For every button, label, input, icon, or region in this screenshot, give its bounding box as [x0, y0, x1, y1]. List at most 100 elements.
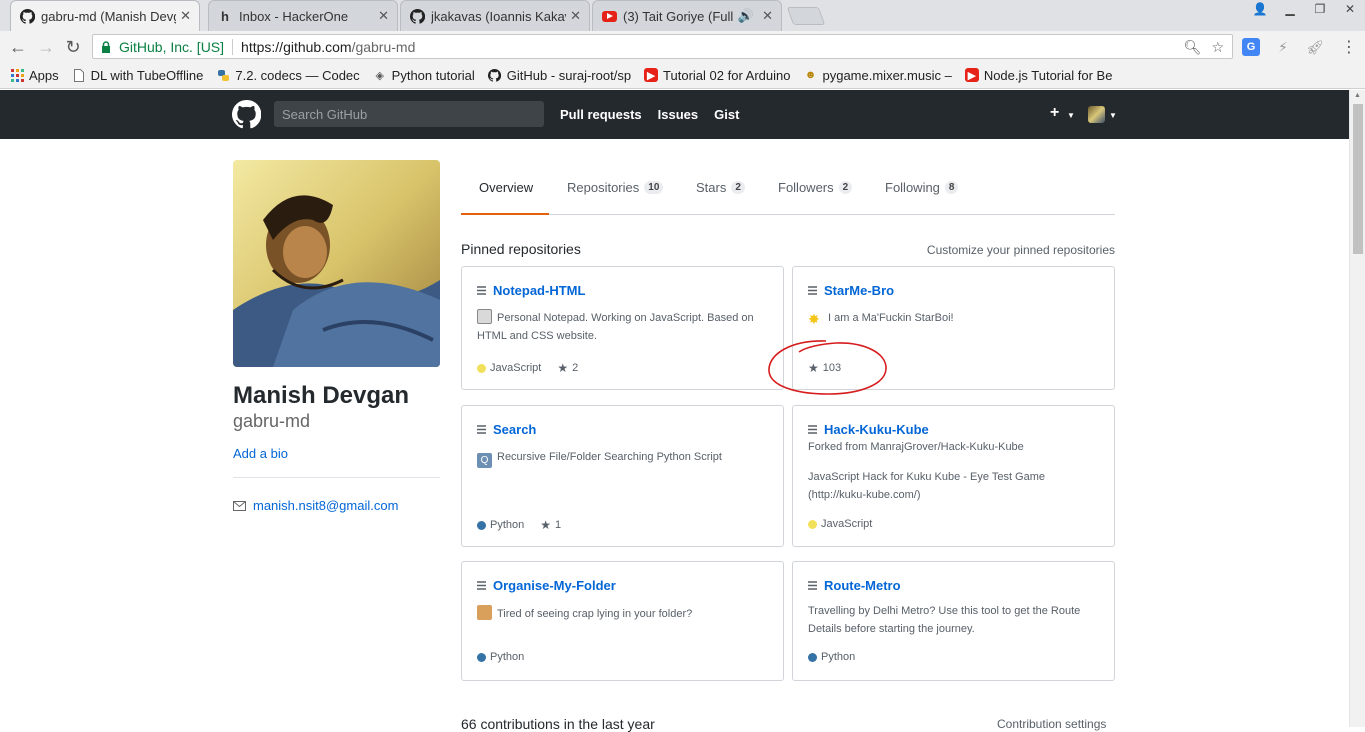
contribution-settings-link[interactable]: Contribution settings — [997, 717, 1106, 731]
forked-from-text: Forked from ManrajGrover/Hack-Kuku-Kube — [808, 441, 1024, 453]
bookmarks-bar: Apps DL with TubeOffline 7.2. codecs — C… — [0, 62, 1365, 89]
language-color-dot — [477, 520, 486, 530]
repo-description-text: Travelling by Delhi Metro? Use this tool… — [808, 605, 1081, 635]
close-icon[interactable]: ✕ — [378, 8, 389, 24]
repo-icon — [808, 581, 817, 590]
repo-name-link[interactable]: Notepad-HTML — [493, 283, 585, 298]
profile-icon[interactable]: 👤 — [1245, 0, 1275, 18]
browser-tab-strip: gabru-md (Manish Devgan) ✕ h Inbox - Hac… — [0, 0, 1365, 31]
customize-pinned-link[interactable]: Customize your pinned repositories — [927, 243, 1115, 257]
repo-name-link[interactable]: StarMe-Bro — [824, 283, 894, 298]
plus-icon[interactable]: + — [1050, 104, 1059, 122]
new-tab-button[interactable] — [786, 7, 826, 25]
restore-button[interactable]: ❐ — [1305, 0, 1335, 18]
scroll-up-icon[interactable]: ▲ — [1354, 92, 1361, 99]
bookmark-label: pygame.mixer.music – — [822, 67, 952, 83]
search-emoji-icon: Q — [477, 453, 492, 468]
reload-icon[interactable]: ↻ — [63, 37, 83, 57]
scrollbar-thumb[interactable] — [1353, 104, 1363, 254]
tab-title: Inbox - HackerOne — [239, 8, 349, 24]
github-icon — [409, 8, 425, 24]
repo-name-link[interactable]: Search — [493, 422, 536, 437]
add-bio-link[interactable]: Add a bio — [233, 446, 288, 461]
extension-icon[interactable]: ⚡ — [1274, 38, 1292, 56]
profile-photo[interactable] — [233, 160, 440, 367]
bookmark-codecs[interactable]: 7.2. codecs — Codec — [216, 67, 360, 83]
bookmark-label: 7.2. codecs — Codec — [235, 67, 360, 83]
nav-issues[interactable]: Issues — [658, 107, 698, 122]
language-color-dot — [477, 363, 486, 373]
back-arrow-icon[interactable]: ← — [8, 37, 28, 57]
tab-label: Stars — [696, 180, 727, 195]
pinned-repo-card: Organise-My-Folder Tired of seeing crap … — [461, 561, 784, 681]
bookmark-tubeoffline[interactable]: DL with TubeOffline — [72, 67, 204, 83]
nav-pull-requests[interactable]: Pull requests — [560, 107, 642, 122]
bookmark-pygame[interactable]: ☻ pygame.mixer.music – — [803, 67, 952, 83]
browser-tab-gabru-md[interactable]: gabru-md (Manish Devgan) ✕ — [10, 0, 200, 31]
avatar[interactable] — [1088, 106, 1105, 123]
page-scrollbar[interactable]: ▲ — [1349, 90, 1365, 727]
github-icon — [488, 68, 502, 82]
close-icon[interactable]: ✕ — [180, 8, 191, 24]
bookmark-arduino[interactable]: ▶ Tutorial 02 for Arduino — [644, 68, 790, 83]
tab-overview[interactable]: Overview — [479, 180, 533, 195]
pinned-repo-card: Notepad-HTML Personal Notepad. Working o… — [461, 266, 784, 390]
tab-following[interactable]: Following 8 — [885, 180, 959, 195]
repo-description-text: Recursive File/Folder Searching Python S… — [497, 451, 722, 463]
translate-extension-icon[interactable]: G — [1242, 38, 1260, 56]
repo-icon — [808, 425, 817, 434]
browser-tab-jkakavas[interactable]: jkakavas (Ioannis Kakavas) ✕ — [400, 0, 590, 31]
repo-name-link[interactable]: Organise-My-Folder — [493, 578, 616, 593]
repo-name-link[interactable]: Hack-Kuku-Kube — [824, 422, 929, 437]
profile-email[interactable]: manish.nsit8@gmail.com — [233, 498, 398, 513]
bookmark-apps[interactable]: Apps — [10, 68, 59, 83]
repo-icon — [477, 425, 486, 434]
page-icon — [72, 68, 86, 82]
bookmark-label: DL with TubeOffline — [90, 67, 204, 83]
repo-description: Personal Notepad. Working on JavaScript.… — [477, 309, 772, 345]
search-input[interactable] — [274, 101, 544, 127]
menu-icon[interactable]: ⋮ — [1340, 38, 1358, 56]
minimize-button[interactable]: ▁ — [1275, 0, 1305, 18]
site-identity-label: GitHub, Inc. [US] — [119, 38, 225, 55]
search-icon[interactable]: 🔍︎ — [1184, 39, 1202, 56]
extension-icon[interactable]: 🚀︎ — [1306, 38, 1324, 56]
repo-meta: Python — [477, 651, 524, 663]
speaker-icon[interactable]: 🔊 — [738, 8, 754, 24]
nav-gist[interactable]: Gist — [714, 107, 739, 122]
email-address: manish.nsit8@gmail.com — [253, 498, 399, 513]
repo-star-count[interactable]: 2 — [572, 362, 578, 374]
sparkle-emoji-icon: ✸ — [808, 311, 820, 327]
star-bookmark-icon[interactable]: ☆ — [1211, 39, 1224, 56]
github-header: Pull requests Issues Gist + ▼ ▼ — [0, 90, 1349, 139]
repo-icon — [808, 286, 817, 295]
tab-label: Repositories — [567, 180, 640, 195]
bookmark-python-tutorial[interactable]: ◈ Python tutorial — [373, 68, 474, 83]
tab-title: (3) Tait Goriye (Full Song) — [623, 8, 734, 24]
close-icon[interactable]: ✕ — [570, 8, 581, 24]
address-bar[interactable]: GitHub, Inc. [US] https://github.com/gab… — [92, 34, 1233, 59]
tab-followers[interactable]: Followers 2 — [778, 180, 853, 195]
pinned-repo-card: Route-Metro Travelling by Delhi Metro? U… — [792, 561, 1115, 681]
browser-tab-youtube[interactable]: (3) Tait Goriye (Full Song) 🔊 ✕ — [592, 0, 782, 31]
close-window-button[interactable]: ✕ — [1335, 0, 1365, 18]
browser-tab-hackerone[interactable]: h Inbox - HackerOne ✕ — [208, 0, 398, 31]
tab-stars[interactable]: Stars 2 — [696, 180, 745, 195]
repo-language: JavaScript — [490, 362, 542, 374]
repo-meta: JavaScript — [808, 518, 872, 530]
repo-language: Python — [821, 651, 856, 663]
repo-language: JavaScript — [821, 518, 873, 530]
repo-description-text: Personal Notepad. Working on JavaScript.… — [477, 312, 754, 342]
github-logo-icon[interactable] — [232, 100, 261, 129]
bookmark-github-suraj[interactable]: GitHub - suraj-root/sp — [488, 68, 631, 83]
close-icon[interactable]: ✕ — [762, 8, 773, 24]
repo-star-count[interactable]: 1 — [555, 519, 561, 531]
star-icon: ★ — [540, 518, 552, 532]
repo-language: Python — [490, 519, 525, 531]
repo-name-link[interactable]: Route-Metro — [824, 578, 901, 593]
site-identity[interactable]: GitHub, Inc. [US] — [101, 39, 224, 55]
tab-repositories[interactable]: Repositories 10 — [567, 180, 664, 195]
bookmark-nodejs[interactable]: ▶ Node.js Tutorial for Be — [964, 68, 1112, 83]
youtube-icon: ▶ — [644, 68, 659, 82]
forward-arrow-icon[interactable]: → — [36, 37, 56, 57]
